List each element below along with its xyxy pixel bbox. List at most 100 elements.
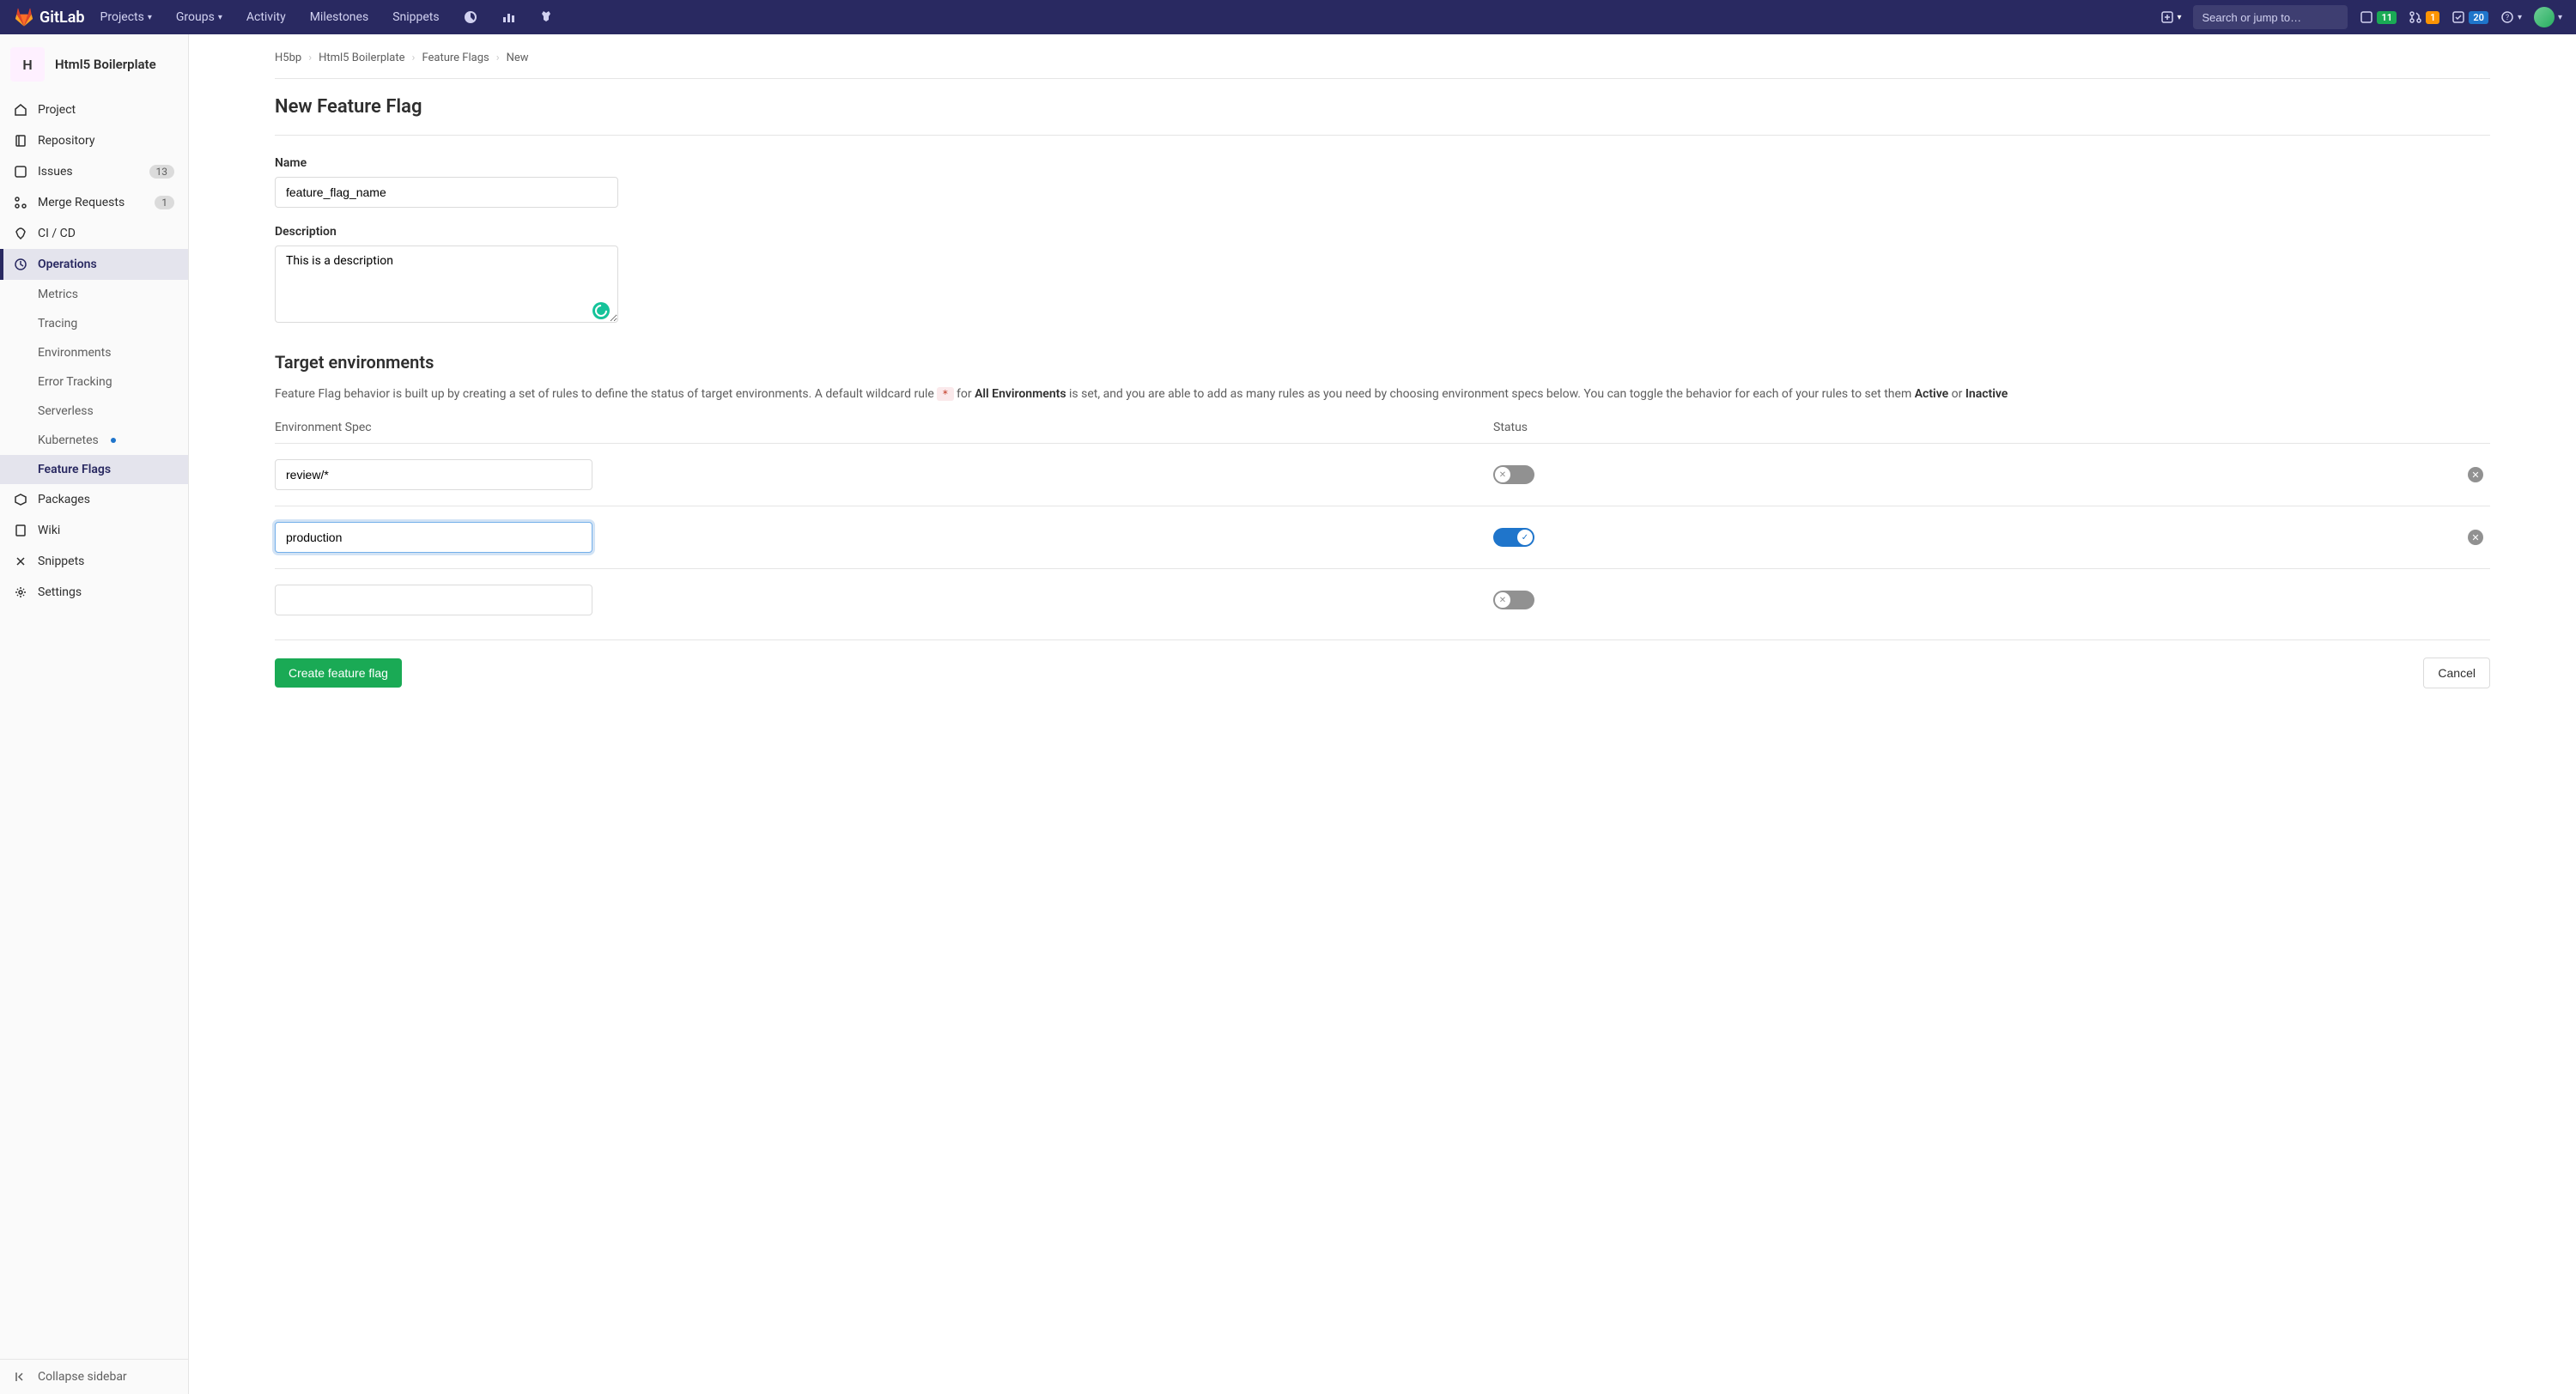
nav-admin-icon[interactable] xyxy=(531,10,562,24)
new-dropdown[interactable]: ▾ xyxy=(2160,10,2181,24)
chevron-down-icon: ▾ xyxy=(2177,13,2181,22)
chevron-right-icon: › xyxy=(412,52,416,64)
toggle-knob-icon: ✕ xyxy=(1495,592,1510,608)
operations-icon xyxy=(14,258,27,271)
sidebar-sub-environments[interactable]: Environments xyxy=(0,338,188,367)
env-table: Environment Spec Status ✕ ✕ ✓ ✕ ✕ xyxy=(275,421,2490,631)
chevron-right-icon: › xyxy=(308,52,312,64)
cancel-button[interactable]: Cancel xyxy=(2423,658,2490,688)
header-help[interactable]: ?▾ xyxy=(2500,10,2522,24)
project-avatar: H xyxy=(10,47,45,82)
sidebar-sub-serverless[interactable]: Serverless xyxy=(0,397,188,426)
target-env-title: Target environments xyxy=(275,352,2490,373)
name-label: Name xyxy=(275,156,2490,170)
chevron-down-icon: ▾ xyxy=(148,13,152,22)
sidebar: H Html5 Boilerplate Project Repository I… xyxy=(0,34,189,1394)
sidebar-item-settings[interactable]: Settings xyxy=(0,577,188,608)
sidebar-item-cicd[interactable]: CI / CD xyxy=(0,218,188,249)
env-row: ✓ ✕ xyxy=(275,506,2490,568)
env-row: ✕ xyxy=(275,568,2490,631)
remove-row-button[interactable]: ✕ xyxy=(2468,467,2483,482)
rocket-icon xyxy=(14,227,27,240)
sidebar-sub-metrics[interactable]: Metrics xyxy=(0,280,188,309)
status-toggle[interactable]: ✓ xyxy=(1493,528,1534,547)
sidebar-sub-tracing[interactable]: Tracing xyxy=(0,309,188,338)
sidebar-sub-kubernetes[interactable]: Kubernetes xyxy=(0,426,188,455)
header-todos[interactable]: 20 xyxy=(2451,10,2488,24)
brand-text: GitLab xyxy=(39,9,85,27)
header-left: GitLab Projects▾ Groups▾ Activity Milest… xyxy=(14,7,562,27)
sidebar-item-wiki[interactable]: Wiki xyxy=(0,515,188,546)
svg-text:?: ? xyxy=(2506,14,2509,22)
nav-activity[interactable]: Activity xyxy=(238,10,295,24)
sidebar-item-packages[interactable]: Packages xyxy=(0,484,188,515)
description-label: Description xyxy=(275,225,2490,239)
toggle-knob-icon: ✓ xyxy=(1517,530,1533,545)
issues-icon xyxy=(14,165,27,179)
env-row: ✕ ✕ xyxy=(275,443,2490,506)
env-spec-input[interactable] xyxy=(275,585,592,615)
nav-analytics-icon[interactable] xyxy=(493,10,524,24)
issues-icon xyxy=(2360,10,2373,24)
breadcrumb-item[interactable]: Feature Flags xyxy=(422,52,489,64)
project-header[interactable]: H Html5 Boilerplate xyxy=(0,34,188,94)
sidebar-item-operations[interactable]: Operations xyxy=(0,249,188,280)
breadcrumb-item[interactable]: Html5 Boilerplate xyxy=(319,52,404,64)
status-toggle[interactable]: ✕ xyxy=(1493,465,1534,484)
project-name: Html5 Boilerplate xyxy=(55,57,156,72)
breadcrumb-item[interactable]: H5bp xyxy=(275,52,301,64)
sidebar-item-repository[interactable]: Repository xyxy=(0,125,188,156)
sidebar-item-merge-requests[interactable]: Merge Requests1 xyxy=(0,187,188,218)
header-issues[interactable]: 11 xyxy=(2360,10,2397,24)
status-toggle[interactable]: ✕ xyxy=(1493,591,1534,609)
todos-icon xyxy=(2451,10,2465,24)
logo[interactable]: GitLab xyxy=(14,7,85,27)
env-spec-input[interactable] xyxy=(275,459,592,490)
sidebar-item-issues[interactable]: Issues13 xyxy=(0,156,188,187)
toggle-knob-icon: ✕ xyxy=(1495,467,1510,482)
description-group: Description xyxy=(275,225,2490,326)
merge-request-icon xyxy=(14,196,27,209)
collapse-sidebar[interactable]: Collapse sidebar xyxy=(0,1359,188,1394)
chevron-right-icon: › xyxy=(496,52,500,64)
form-footer: Create feature flag Cancel xyxy=(275,639,2490,706)
header-merge-requests[interactable]: 1 xyxy=(2409,10,2439,24)
header-user-menu[interactable]: ▾ xyxy=(2534,7,2562,27)
repository-icon xyxy=(14,134,27,148)
breadcrumb: H5bp› Html5 Boilerplate› Feature Flags› … xyxy=(275,52,2490,79)
snippets-icon xyxy=(14,555,27,568)
env-table-header: Environment Spec Status xyxy=(275,421,2490,443)
gear-icon xyxy=(14,585,27,599)
grammarly-icon[interactable] xyxy=(592,302,610,319)
merge-request-icon xyxy=(2409,10,2422,24)
sidebar-item-snippets[interactable]: Snippets xyxy=(0,546,188,577)
home-icon xyxy=(14,103,27,117)
name-input[interactable] xyxy=(275,177,618,208)
search-input[interactable] xyxy=(2202,11,2353,24)
header-right: ▾ 11 1 20 ?▾ ▾ xyxy=(2160,5,2562,29)
sidebar-item-project[interactable]: Project xyxy=(0,94,188,125)
nav-projects[interactable]: Projects▾ xyxy=(92,10,161,24)
nav-perf-icon[interactable] xyxy=(455,10,486,24)
chevron-down-icon: ▾ xyxy=(2518,13,2522,22)
env-spec-input[interactable] xyxy=(275,522,592,553)
collapse-icon xyxy=(14,1370,27,1384)
description-textarea[interactable] xyxy=(275,245,618,323)
remove-row-button[interactable]: ✕ xyxy=(2468,530,2483,545)
nav-groups[interactable]: Groups▾ xyxy=(167,10,231,24)
search-box[interactable] xyxy=(2193,5,2348,29)
target-env-description: Feature Flag behavior is built up by cre… xyxy=(275,385,2490,403)
nav-snippets[interactable]: Snippets xyxy=(384,10,447,24)
main-content: H5bp› Html5 Boilerplate› Feature Flags› … xyxy=(189,34,2576,1394)
chevron-down-icon: ▾ xyxy=(2558,13,2562,22)
nav-milestones[interactable]: Milestones xyxy=(301,10,378,24)
sidebar-sub-error-tracking[interactable]: Error Tracking xyxy=(0,367,188,397)
avatar xyxy=(2534,7,2555,27)
top-header: GitLab Projects▾ Groups▾ Activity Milest… xyxy=(0,0,2576,34)
plus-icon xyxy=(2160,10,2174,24)
gitlab-icon xyxy=(14,7,34,27)
create-button[interactable]: Create feature flag xyxy=(275,658,402,688)
sidebar-sub-feature-flags[interactable]: Feature Flags xyxy=(0,455,188,484)
breadcrumb-current: New xyxy=(507,52,529,64)
help-icon: ? xyxy=(2500,10,2514,24)
